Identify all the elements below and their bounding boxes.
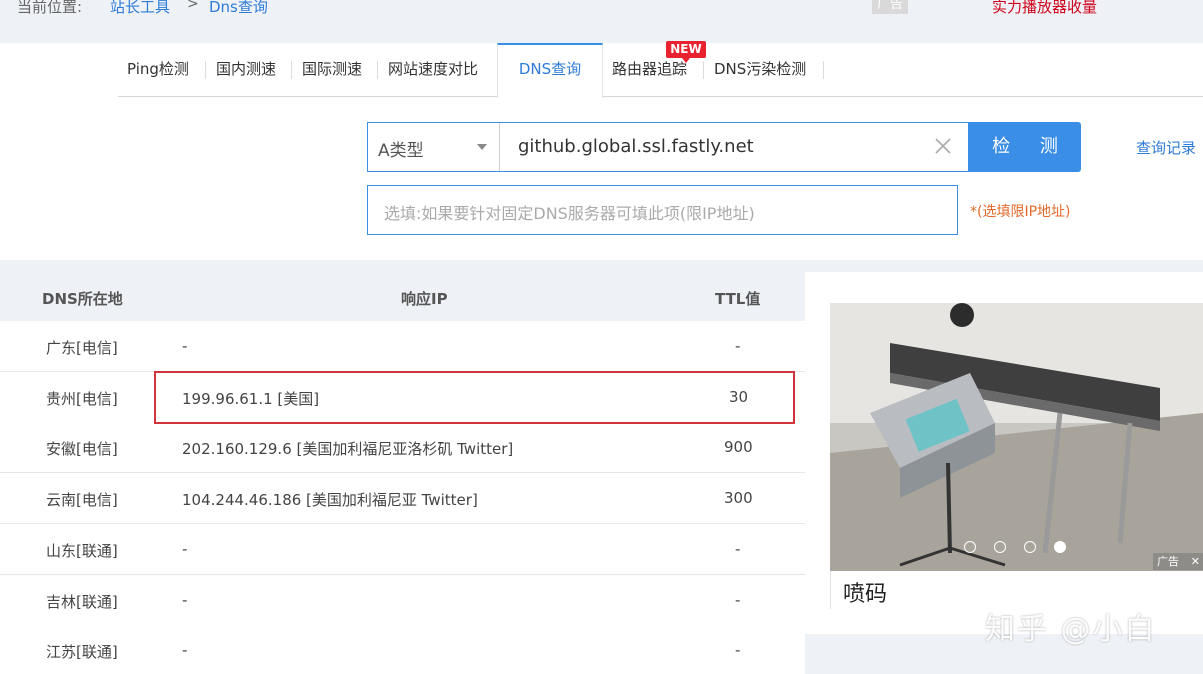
close-icon[interactable]: ✕ [1191, 553, 1200, 570]
row-location: 云南[电信] [46, 491, 118, 509]
table-row: 吉林[联通] - - [0, 575, 805, 626]
top-bar: 当前位置: 站长工具 > Dns查询 广告 实力播放器收量 [0, 0, 1203, 30]
breadcrumb-current[interactable]: Dns查询 [209, 0, 268, 17]
breadcrumb-separator: > [187, 0, 199, 12]
row-ttl: - [735, 540, 741, 558]
ad-mark[interactable]: 广告 ✕ [1153, 553, 1203, 570]
dns-server-input[interactable]: 选填:如果要针对固定DNS服务器可填此项(限IP地址) [367, 185, 958, 235]
table-header: DNS所在地 响应IP TTL值 [0, 272, 805, 321]
tool-tabs: Ping检测 国内测速 国际测速 网站速度对比 DNS查询 路由器追踪 DNS污… [118, 43, 1203, 98]
row-ttl: - [735, 641, 741, 659]
header-ttl: TTL值 [715, 290, 761, 308]
tab-dns-query-label: DNS查询 [518, 60, 582, 78]
ad-photo [830, 303, 1203, 571]
query-history-link[interactable]: 查询记录 [1136, 137, 1196, 158]
table-row: 江苏[联通] - - [0, 625, 805, 674]
ad-caption: 喷码 [843, 582, 888, 607]
row-location: 山东[联通] [46, 542, 118, 560]
ad-image[interactable]: 广告 ✕ [830, 303, 1203, 571]
tab-speed-compare[interactable]: 网站速度对比 [388, 57, 478, 81]
row-ip: 104.244.46.186 [美国加利福尼亚 Twitter] [182, 491, 478, 509]
carousel-dot[interactable] [994, 541, 1006, 553]
table-row: 安徽[电信] 202.160.129.6 [美国加利福尼亚洛杉矶 Twitter… [0, 422, 805, 473]
top-promo-link[interactable]: 实力播放器收量 [992, 0, 1097, 17]
header-ip: 响应IP [401, 290, 448, 308]
carousel-dot[interactable] [1024, 541, 1036, 553]
tab-divider [291, 61, 292, 79]
table-row: 广东[电信] - - [0, 321, 805, 372]
results-table: DNS所在地 响应IP TTL值 广东[电信] - - 贵州[电信] 199.9… [0, 272, 805, 674]
row-ip: 202.160.129.6 [美国加利福尼亚洛杉矶 Twitter] [182, 440, 514, 458]
tab-traceroute[interactable]: 路由器追踪 [612, 57, 687, 81]
carousel-dot[interactable] [964, 541, 976, 553]
domain-input[interactable]: github.global.ssl.fastly.net [500, 122, 969, 172]
dns-server-hint: *(选填限IP地址) [970, 204, 1071, 220]
row-ip: - [182, 641, 188, 659]
tab-dns-pollution[interactable]: DNS污染检测 [714, 57, 806, 81]
row-location: 贵州[电信] [46, 390, 118, 408]
tab-divider [377, 61, 378, 79]
tab-domestic-speed[interactable]: 国内测速 [216, 57, 276, 81]
header-location: DNS所在地 [42, 290, 123, 308]
tab-divider [823, 61, 824, 79]
tab-intl-speed[interactable]: 国际测速 [302, 57, 362, 81]
ad-tag: 广告 [872, 0, 908, 14]
row-ip: - [182, 591, 188, 609]
highlight-box [154, 371, 795, 424]
row-location: 安徽[电信] [46, 440, 118, 458]
row-ttl: - [735, 591, 741, 609]
new-badge: NEW [666, 41, 706, 63]
row-ttl: - [735, 337, 741, 355]
tab-dns-query[interactable]: DNS查询 [497, 43, 603, 98]
breadcrumb-home-link[interactable]: 站长工具 [110, 0, 170, 17]
side-ad-panel: 广告 ✕ 喷码 [805, 272, 1203, 634]
row-location: 江苏[联通] [46, 643, 118, 661]
tab-ping[interactable]: Ping检测 [127, 57, 189, 81]
table-row: 山东[联通] - - [0, 524, 805, 575]
tab-divider [703, 61, 704, 79]
chevron-down-icon [477, 144, 487, 150]
dns-server-placeholder: 选填:如果要针对固定DNS服务器可填此项(限IP地址) [384, 204, 755, 223]
tab-divider [205, 61, 206, 79]
ad-mark-label: 广告 [1157, 555, 1179, 568]
row-location: 广东[电信] [46, 339, 118, 357]
row-location: 吉林[联通] [46, 593, 118, 611]
row-ttl: 900 [724, 438, 753, 456]
domain-value: github.global.ssl.fastly.net [518, 136, 754, 157]
query-panel: Ping检测 国内测速 国际测速 网站速度对比 DNS查询 路由器追踪 DNS污… [0, 41, 1203, 260]
table-row: 云南[电信] 104.244.46.186 [美国加利福尼亚 Twitter] … [0, 473, 805, 524]
watermark: 知乎 @小白 [985, 612, 1157, 647]
row-ip: - [182, 540, 188, 558]
close-icon[interactable] [932, 135, 954, 157]
check-button[interactable]: 检 测 [969, 122, 1081, 172]
row-ip: - [182, 337, 188, 355]
breadcrumb-label: 当前位置: [17, 0, 83, 16]
record-type-value: A类型 [378, 141, 424, 161]
record-type-select[interactable]: A类型 [367, 122, 500, 172]
carousel-dot-active[interactable] [1054, 541, 1066, 553]
row-ttl: 300 [724, 489, 753, 507]
